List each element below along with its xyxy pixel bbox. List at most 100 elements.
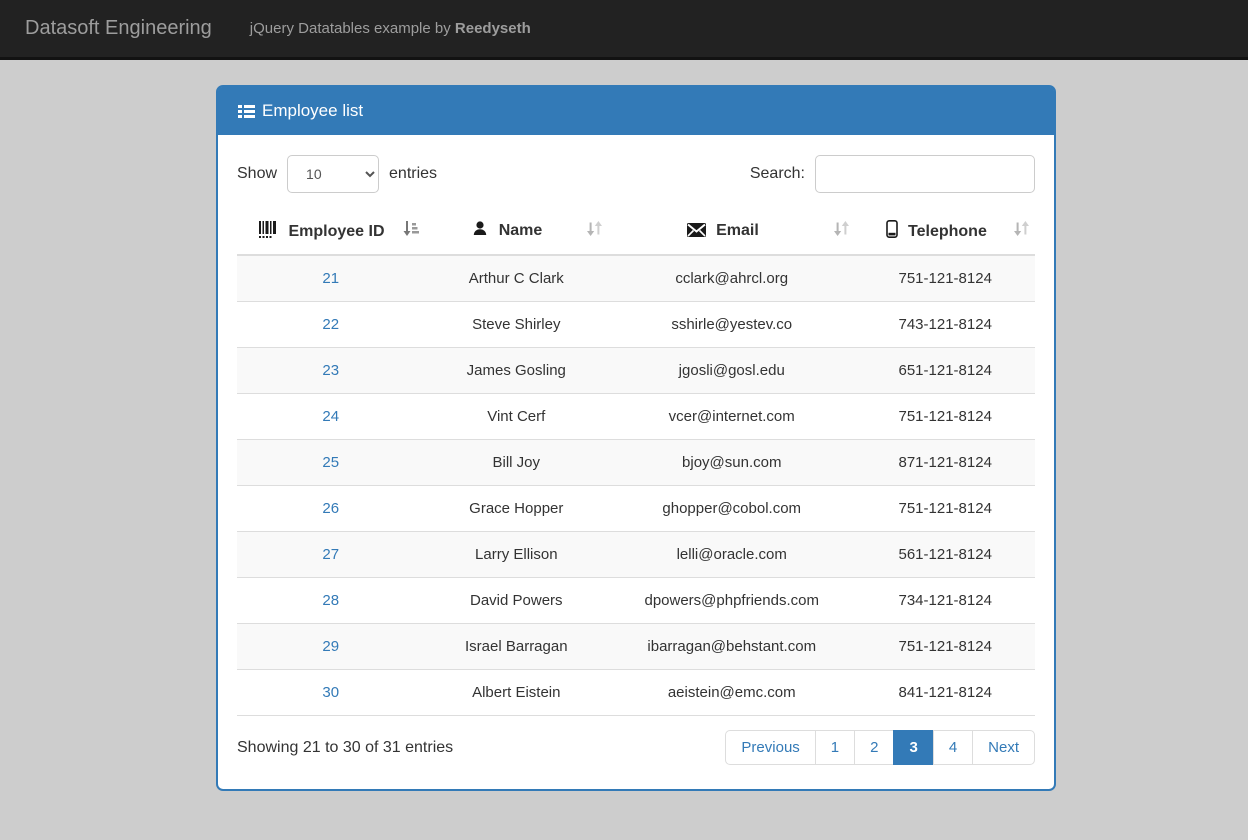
employee-id-cell: 29	[237, 624, 425, 670]
name-cell: Israel Barragan	[425, 624, 609, 670]
page-button-previous[interactable]: Previous	[725, 730, 815, 765]
employee-id-link[interactable]: 30	[322, 684, 339, 701]
telephone-cell: 743-121-8124	[855, 302, 1035, 348]
sort-asc-icon	[403, 220, 419, 242]
employee-table: Employee ID	[237, 207, 1035, 716]
telephone-cell: 751-121-8124	[855, 255, 1035, 302]
employee-id-cell: 30	[237, 670, 425, 716]
employee-id-cell: 23	[237, 348, 425, 394]
page-button-3[interactable]: 3	[893, 730, 933, 765]
pagination: Previous1234Next	[725, 730, 1035, 765]
page-button-4[interactable]: 4	[933, 730, 973, 765]
name-cell: Larry Ellison	[425, 532, 609, 578]
column-header-name[interactable]: Name	[425, 207, 609, 255]
table-row: 26Grace Hopperghopper@cobol.com751-121-8…	[237, 486, 1035, 532]
employee-id-link[interactable]: 24	[322, 408, 339, 425]
telephone-cell: 561-121-8124	[855, 532, 1035, 578]
name-cell: Arthur C Clark	[425, 255, 609, 302]
employee-id-link[interactable]: 23	[322, 362, 339, 379]
employee-id-link[interactable]: 21	[322, 270, 339, 287]
email-cell: vcer@internet.com	[608, 394, 855, 440]
name-cell: Vint Cerf	[425, 394, 609, 440]
email-cell: ibarragan@behstant.com	[608, 624, 855, 670]
employee-id-cell: 27	[237, 532, 425, 578]
name-cell: Bill Joy	[425, 440, 609, 486]
table-footer: Showing 21 to 30 of 31 entries Previous1…	[237, 730, 1035, 765]
telephone-cell: 651-121-8124	[855, 348, 1035, 394]
panel-title: Employee list	[262, 101, 363, 121]
column-label: Email	[716, 222, 759, 239]
sort-both-icon	[1014, 220, 1029, 241]
table-row: 29 Israel Barraganibarragan@behstant.com7…	[237, 624, 1035, 670]
column-header-telephone[interactable]: Telephone	[855, 207, 1035, 255]
page-length-control: Show 10 entries	[237, 155, 437, 193]
employee-id-cell: 28	[237, 578, 425, 624]
table-controls: Show 10 entries Search:	[237, 155, 1035, 193]
pagination-item: 3	[894, 730, 933, 765]
navbar-brand[interactable]: Datasoft Engineering	[25, 17, 212, 40]
column-label: Name	[499, 222, 543, 239]
table-row: 30 Albert Eisteinaeistein@emc.com841-121-…	[237, 670, 1035, 716]
employee-table-body: 21Arthur C Clarkcclark@ahrcl.org751-121-…	[237, 255, 1035, 716]
employee-id-cell: 24	[237, 394, 425, 440]
telephone-cell: 751-121-8124	[855, 486, 1035, 532]
table-row: 28David Powersdpowers@phpfriends.com734-…	[237, 578, 1035, 624]
table-row: 27 Larry Ellisonlelli@oracle.com561-121-8…	[237, 532, 1035, 578]
employee-id-cell: 21	[237, 255, 425, 302]
navbar-subtitle-text: jQuery Datatables example by	[250, 20, 455, 37]
table-row: 24 Vint Cerfvcer@internet.com751-121-8124	[237, 394, 1035, 440]
table-row: 25Bill Joybjoy@sun.com871-121-8124	[237, 440, 1035, 486]
column-label: Employee ID	[288, 223, 384, 240]
column-header-email[interactable]: Email	[608, 207, 855, 255]
employee-id-cell: 22	[237, 302, 425, 348]
barcode-icon	[259, 225, 282, 242]
employee-list-panel: Employee list Show 10 entries Search:	[216, 85, 1056, 791]
telephone-cell: 751-121-8124	[855, 394, 1035, 440]
page-button-1[interactable]: 1	[815, 730, 855, 765]
sort-both-icon	[587, 220, 602, 241]
page-button-2[interactable]: 2	[854, 730, 894, 765]
navbar-subtitle: jQuery Datatables example by Reedyseth	[250, 20, 531, 37]
employee-id-link[interactable]: 29	[322, 638, 339, 655]
telephone-cell: 841-121-8124	[855, 670, 1035, 716]
column-header-employee-id[interactable]: Employee ID	[237, 207, 425, 255]
telephone-cell: 751-121-8124	[855, 624, 1035, 670]
table-header-row: Employee ID	[237, 207, 1035, 255]
mobile-phone-icon	[886, 225, 902, 242]
name-cell: Steve Shirley	[425, 302, 609, 348]
employee-id-link[interactable]: 28	[322, 592, 339, 609]
employee-id-link[interactable]: 26	[322, 500, 339, 517]
show-label: Show	[237, 165, 277, 183]
employee-id-cell: 25	[237, 440, 425, 486]
sort-both-icon	[834, 220, 849, 241]
employee-id-link[interactable]: 22	[322, 316, 339, 333]
panel-body: Show 10 entries Search:	[218, 135, 1054, 789]
email-cell: ghopper@cobol.com	[608, 486, 855, 532]
page-button-next[interactable]: Next	[972, 730, 1035, 765]
email-cell: aeistein@emc.com	[608, 670, 855, 716]
name-cell: David Powers	[425, 578, 609, 624]
panel-header: Employee list	[218, 87, 1054, 135]
email-cell: cclark@ahrcl.org	[608, 255, 855, 302]
table-row: 23James Goslingjgosli@gosl.edu651-121-81…	[237, 348, 1035, 394]
employee-id-link[interactable]: 25	[322, 454, 339, 471]
table-row: 22 Steve Shirleysshirle@yestev.co743-121-…	[237, 302, 1035, 348]
search-control: Search:	[750, 155, 1035, 193]
pagination-item: 4	[934, 730, 973, 765]
email-cell: lelli@oracle.com	[608, 532, 855, 578]
name-cell: Albert Eistein	[425, 670, 609, 716]
th-list-icon	[238, 104, 255, 119]
email-cell: dpowers@phpfriends.com	[608, 578, 855, 624]
search-input[interactable]	[815, 155, 1035, 193]
pagination-item: Previous	[725, 730, 815, 765]
employee-id-cell: 26	[237, 486, 425, 532]
table-row: 21 Arthur C Clarkcclark@ahrcl.org751-121-…	[237, 255, 1035, 302]
pagination-item: 1	[816, 730, 855, 765]
pagination-item: 2	[855, 730, 894, 765]
envelope-icon	[687, 224, 710, 241]
email-cell: sshirle@yestev.co	[608, 302, 855, 348]
page-length-select[interactable]: 10	[287, 155, 379, 193]
entries-info: Showing 21 to 30 of 31 entries	[237, 739, 453, 757]
employee-id-link[interactable]: 27	[322, 546, 339, 563]
entries-label: entries	[389, 165, 437, 183]
